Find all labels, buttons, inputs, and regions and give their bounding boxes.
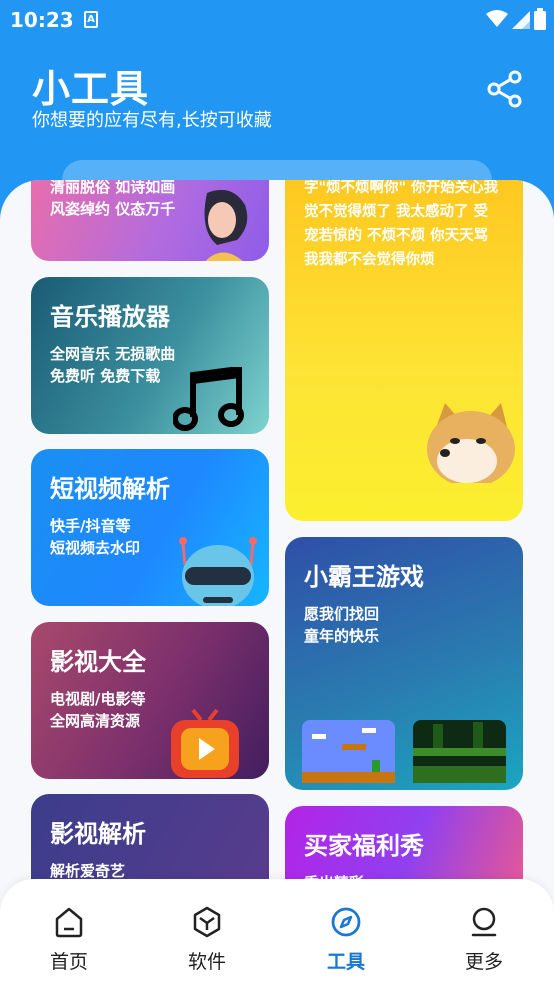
music-note-icon <box>173 367 244 431</box>
video-parse-card-desc: 快手/抖音等 短视频去水印 <box>50 517 141 557</box>
page-subtitle: 你想要的应有尽有,长按可收藏 <box>32 110 272 131</box>
doge-quote-card[interactable]: 字"烦不烦啊你" 你开始关心我 觉不觉得烦了 我太感动了 受 宠若惊的 不烦不烦… <box>285 180 523 521</box>
nav-software-label: 软件 <box>187 951 226 973</box>
nav-tools[interactable]: 工具 <box>277 879 415 985</box>
music-player-card[interactable]: 音乐播放器 全网音乐 无损歌曲 免费听 免费下载 <box>31 277 269 434</box>
music-card-title: 音乐播放器 <box>50 303 170 331</box>
music-card-desc: 全网音乐 无损歌曲 免费听 免费下载 <box>50 345 176 385</box>
nav-more[interactable]: 更多 <box>415 879 553 985</box>
share-icon[interactable] <box>486 70 524 108</box>
game-screenshot-mario <box>302 720 395 783</box>
signal-icon <box>512 11 530 29</box>
movies-card-title: 影视大全 <box>50 648 146 676</box>
movies-card[interactable]: 影视大全 电视剧/电影等 全网高清资源 <box>31 622 269 779</box>
doge-card-desc: 字"烦不烦啊你" 你开始关心我 觉不觉得烦了 我太感动了 受 宠若惊的 不烦不烦… <box>304 180 499 268</box>
nav-software[interactable]: 软件 <box>138 879 276 985</box>
game-screenshot-contra <box>413 720 506 783</box>
robot-illustration <box>179 537 257 606</box>
tools-sheet: 清丽脱俗 如诗如画 风姿绰约 仪态万千 音乐播放器 全网音乐 无损歌曲 免费听 … <box>0 180 554 985</box>
cube-icon <box>193 906 221 938</box>
short-video-parse-card[interactable]: 短视频解析 快手/抖音等 短视频去水印 <box>31 449 269 606</box>
beauty-card-desc: 清丽脱俗 如诗如画 风姿绰约 仪态万千 <box>50 180 176 218</box>
profile-icon <box>471 907 497 937</box>
movies-card-desc: 电视剧/电影等 全网高清资源 <box>50 690 146 730</box>
retro-games-card[interactable]: 小霸王游戏 愿我们找回 童年的快乐 <box>285 537 523 790</box>
status-time: 10:23 <box>10 8 74 32</box>
buyer-card-title: 买家福利秀 <box>304 832 424 860</box>
video-parse-card-title: 短视频解析 <box>50 475 170 503</box>
tv-icon <box>171 708 239 778</box>
games-card-title: 小霸王游戏 <box>304 563 424 591</box>
games-card-desc: 愿我们找回 童年的快乐 <box>304 605 380 645</box>
page-title: 小工具 <box>32 67 150 111</box>
compass-icon <box>331 907 361 937</box>
status-bar: 10:23 A <box>0 0 554 40</box>
movie-parse-card-title: 影视解析 <box>50 820 146 848</box>
wifi-icon <box>486 10 508 27</box>
home-icon <box>55 907 83 938</box>
beauty-card[interactable]: 清丽脱俗 如诗如画 风姿绰约 仪态万千 <box>31 180 269 261</box>
nav-more-label: 更多 <box>464 951 503 973</box>
notification-badge: A <box>84 11 98 28</box>
status-icons <box>486 8 546 30</box>
doge-illustration <box>427 403 515 483</box>
nav-home[interactable]: 首页 <box>0 879 138 985</box>
nav-tools-label: 工具 <box>326 951 365 973</box>
battery-icon <box>534 8 546 30</box>
woman-illustration <box>204 189 248 261</box>
bottom-nav: 首页 软件 工具 更多 <box>0 879 554 985</box>
nav-home-label: 首页 <box>49 951 88 973</box>
